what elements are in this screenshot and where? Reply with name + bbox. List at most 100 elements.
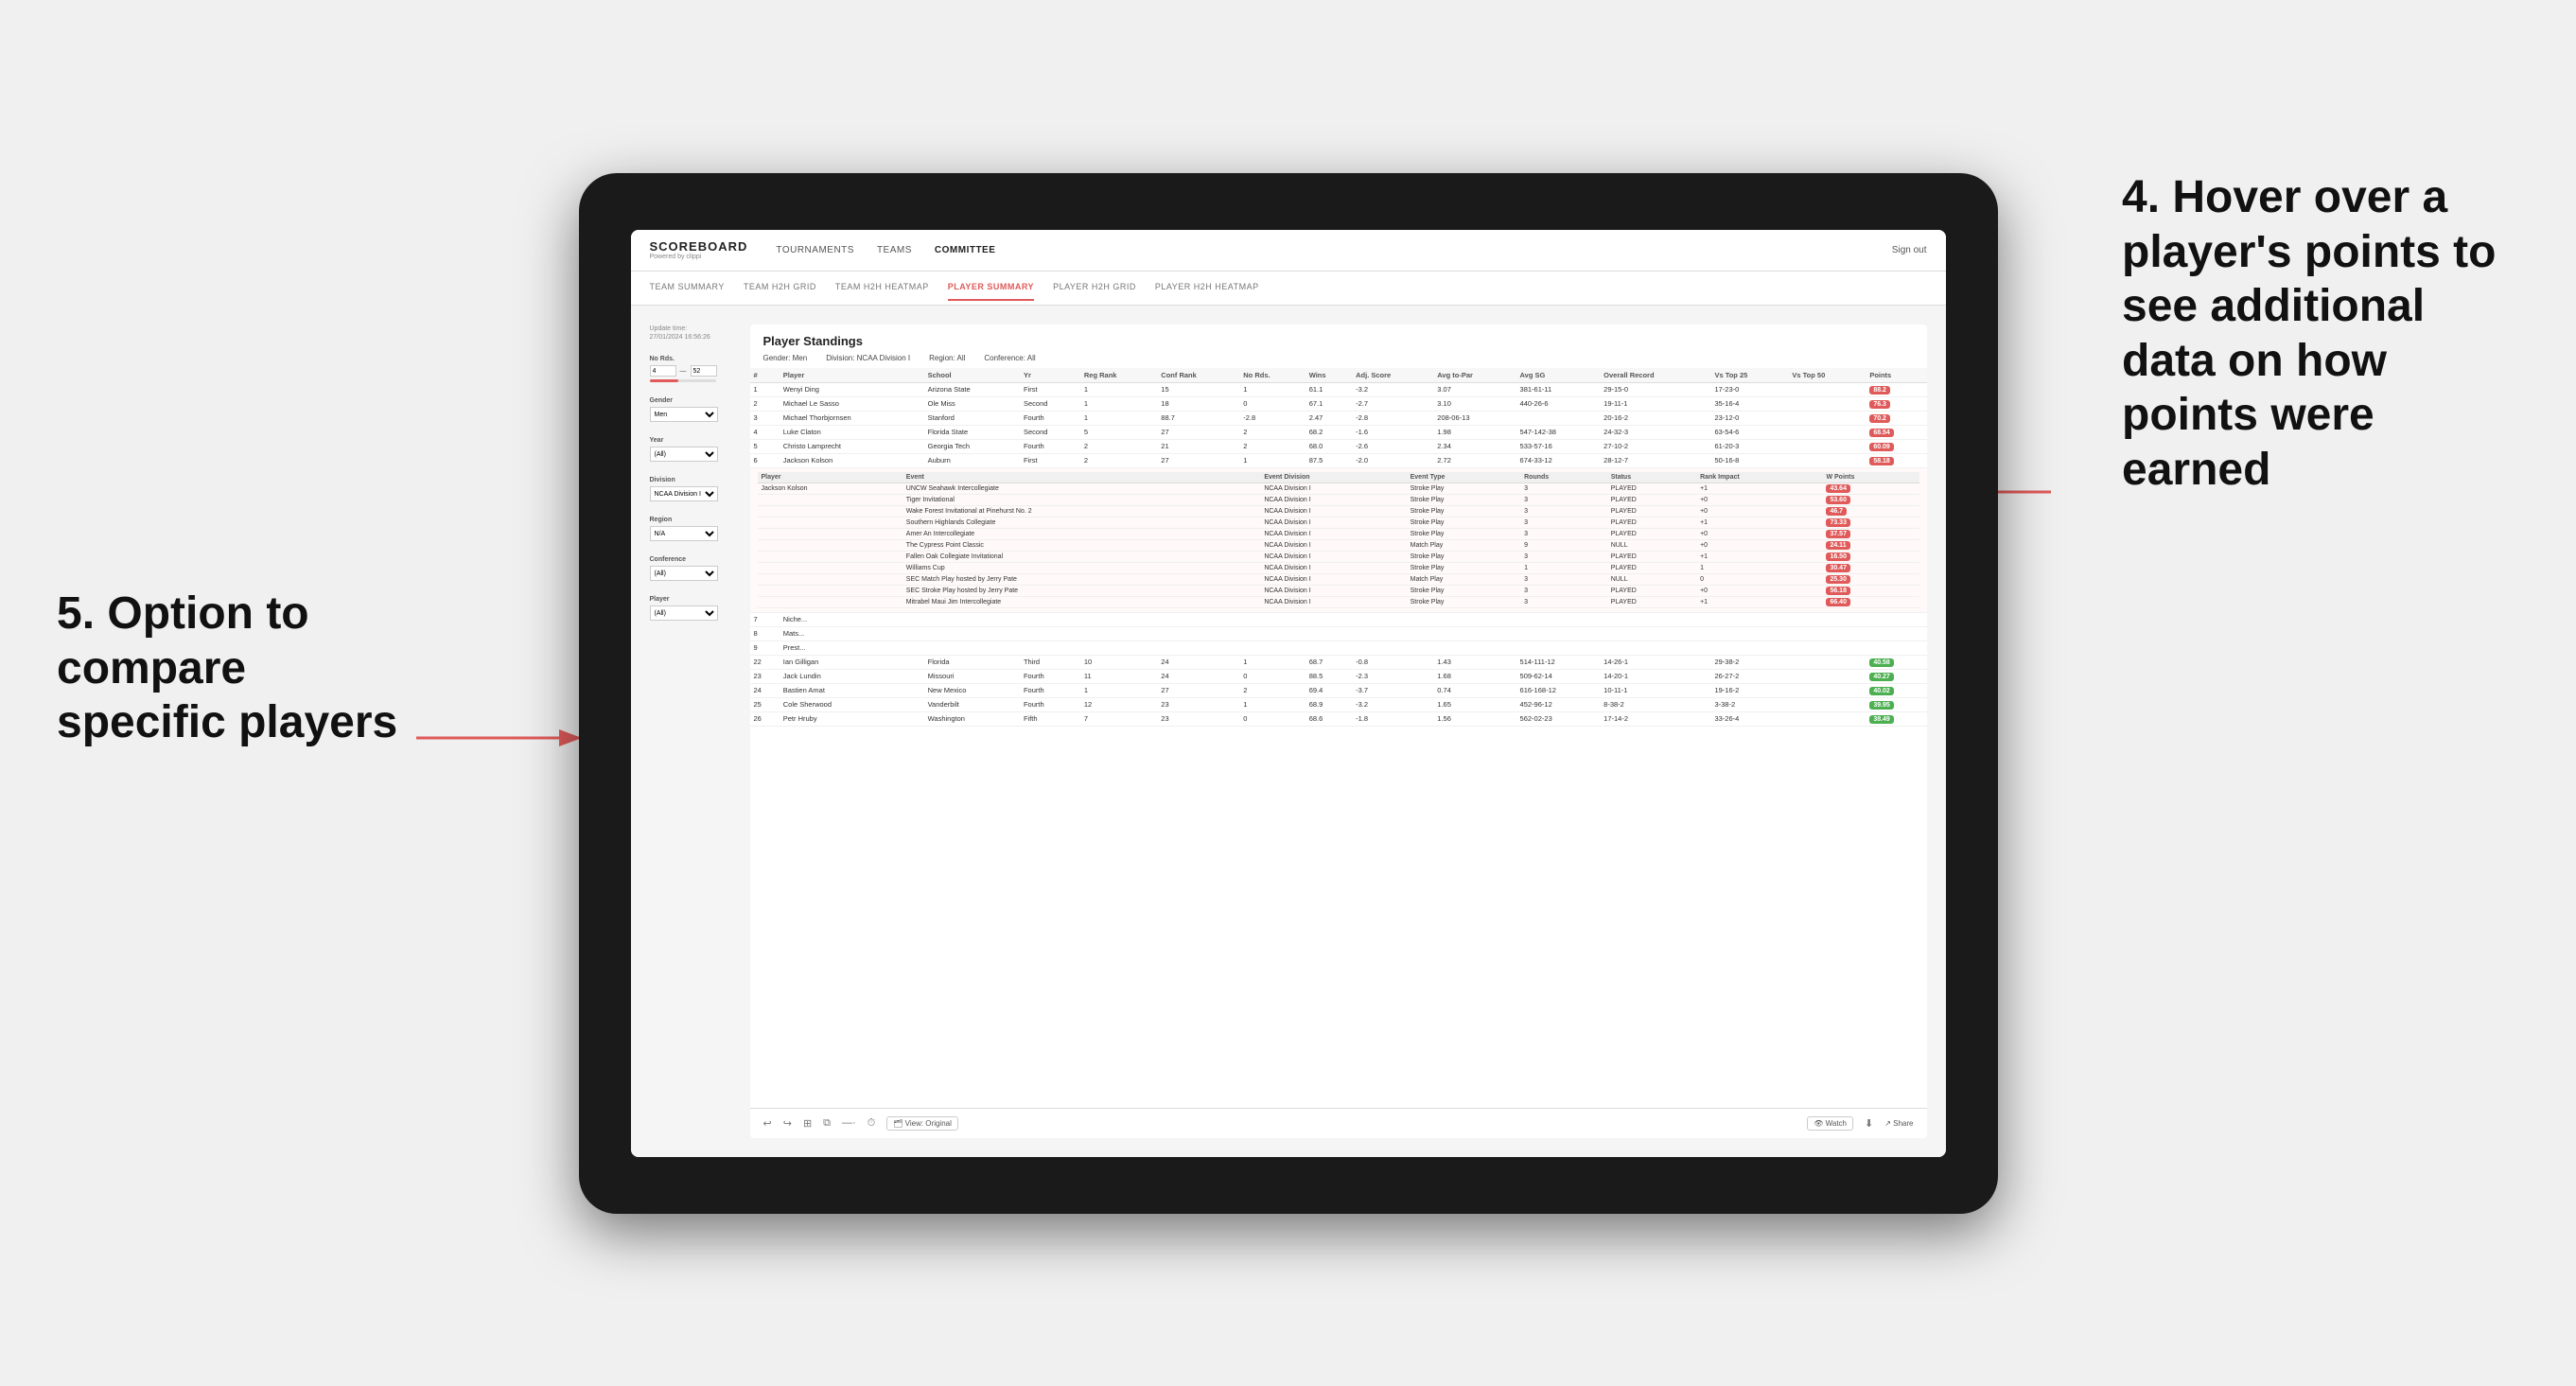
division-select[interactable]: NCAA Division I ▼ bbox=[650, 486, 718, 501]
gender-label: Gender bbox=[650, 397, 735, 404]
no-rds-label: No Rds. bbox=[650, 356, 735, 362]
watch-button[interactable]: 👁 Watch bbox=[1807, 1116, 1853, 1131]
no-rds-slider[interactable] bbox=[650, 379, 716, 382]
region-select[interactable]: N/A All bbox=[650, 526, 718, 541]
col-avg-to-par: Avg to-Par bbox=[1433, 368, 1516, 383]
table-row-jackson: 6 Jackson Kolson Auburn First 2 27 1 87.… bbox=[750, 453, 1927, 467]
division-label: Division bbox=[650, 477, 735, 483]
expanded-row-item: Mitrabel Maui Jim Intercollegiate NCAA D… bbox=[758, 596, 1919, 607]
col-points: Points bbox=[1866, 368, 1926, 383]
nav-right: Sign out bbox=[1892, 245, 1927, 255]
grid-icon[interactable]: ⊞ bbox=[803, 1117, 812, 1130]
logo-text: SCOREBOARD bbox=[650, 239, 748, 254]
expanded-row-item: Wake Forest Invitational at Pinehurst No… bbox=[758, 505, 1919, 517]
col-overall: Overall Record bbox=[1600, 368, 1710, 383]
arrow-5-icon bbox=[407, 710, 596, 766]
table-row: 5 Christo Lamprecht Georgia Tech Fourth … bbox=[750, 439, 1927, 453]
conference-filter-display: Conference: All bbox=[984, 354, 1035, 362]
sign-out-link[interactable]: Sign out bbox=[1892, 245, 1927, 255]
sub-nav-team-summary[interactable]: TEAM SUMMARY bbox=[650, 274, 725, 301]
expanded-row-item: Williams Cup NCAA Division I Stroke Play… bbox=[758, 562, 1919, 573]
copy-icon[interactable]: ⧉ bbox=[823, 1117, 831, 1130]
undo-icon[interactable]: ↩ bbox=[763, 1117, 772, 1130]
col-wins: Wins bbox=[1306, 368, 1352, 383]
region-filter-display: Region: All bbox=[929, 354, 965, 362]
division-filter-display: Division: NCAA Division I bbox=[826, 354, 910, 362]
logo-sub: Powered by clippi bbox=[650, 254, 748, 260]
sidebar: Update time: 27/01/2024 16:56:26 No Rds.… bbox=[650, 325, 735, 1138]
expanded-row-item: SEC Match Play hosted by Jerry Pate NCAA… bbox=[758, 573, 1919, 585]
no-rds-inputs: — bbox=[650, 365, 735, 377]
expanded-header-row: Player Event Event Division Event Type R… bbox=[750, 467, 1927, 612]
gender-filter-display: Gender: Men bbox=[763, 354, 808, 362]
nav-tournaments[interactable]: TOURNAMENTS bbox=[776, 241, 854, 259]
player-label: Player bbox=[650, 596, 735, 603]
table-row: 4 Luke Claton Florida State Second 5 27 … bbox=[750, 425, 1927, 439]
redo-icon[interactable]: ↪ bbox=[783, 1117, 792, 1130]
expanded-events-table: Player Event Event Division Event Type R… bbox=[758, 472, 1919, 608]
table-header-row: # Player School Yr Reg Rank Conf Rank No… bbox=[750, 368, 1927, 383]
sub-nav-player-summary[interactable]: PLAYER SUMMARY bbox=[948, 274, 1034, 301]
table-filter-row: Gender: Men Division: NCAA Division I Re… bbox=[750, 354, 1927, 368]
annotation-5: 5. Option to compare specific players bbox=[57, 587, 416, 750]
expanded-row-item: Fallen Oak Collegiate Invitational NCAA … bbox=[758, 551, 1919, 562]
expanded-row-item: SEC Stroke Play hosted by Jerry Pate NCA… bbox=[758, 585, 1919, 596]
bottom-bar: ↩ ↪ ⊞ ⧉ —· ⏱ 🗂 View: Original 👁 Watch ⬇ … bbox=[750, 1108, 1927, 1138]
col-adj-score: Adj. Score bbox=[1352, 368, 1433, 383]
table-row: 23 Jack Lundin Missouri Fourth 11 24 0 8… bbox=[750, 669, 1927, 683]
download-icon[interactable]: ⬇ bbox=[1865, 1117, 1873, 1130]
conference-label: Conference bbox=[650, 556, 735, 563]
sub-nav-player-h2h-grid[interactable]: PLAYER H2H GRID bbox=[1053, 274, 1136, 301]
division-filter: Division NCAA Division I ▼ bbox=[650, 477, 735, 501]
table-row: 9 Prest... bbox=[750, 640, 1927, 655]
logo-area: SCOREBOARD Powered by clippi bbox=[650, 239, 748, 260]
sub-nav: TEAM SUMMARY TEAM H2H GRID TEAM H2H HEAT… bbox=[631, 272, 1946, 306]
table-row: 7 Niche... bbox=[750, 612, 1927, 626]
player-table: # Player School Yr Reg Rank Conf Rank No… bbox=[750, 368, 1927, 1108]
table-row: 3 Michael Thorbjornsen Stanford Fourth 1… bbox=[750, 411, 1927, 425]
table-row: 1 Wenyi Ding Arizona State First 1 15 1 … bbox=[750, 382, 1927, 396]
year-label: Year bbox=[650, 437, 735, 444]
col-school: School bbox=[924, 368, 1020, 383]
gender-select[interactable]: Men Women All bbox=[650, 407, 718, 422]
table-row: 25 Cole Sherwood Vanderbilt Fourth 12 23… bbox=[750, 697, 1927, 711]
region-filter: Region N/A All bbox=[650, 517, 735, 541]
dash-icon[interactable]: —· bbox=[842, 1117, 856, 1129]
expanded-row-item: Tiger Invitational NCAA Division I Strok… bbox=[758, 494, 1919, 505]
sub-nav-player-h2h-heatmap[interactable]: PLAYER H2H HEATMAP bbox=[1155, 274, 1259, 301]
nav-committee[interactable]: COMMITTEE bbox=[935, 241, 996, 259]
view-button[interactable]: 🗂 View: Original bbox=[886, 1116, 958, 1131]
nav-teams[interactable]: TEAMS bbox=[877, 241, 912, 259]
expanded-row-item: The Cypress Point Classic NCAA Division … bbox=[758, 539, 1919, 551]
player-filter: Player (All) bbox=[650, 596, 735, 621]
clock-icon[interactable]: ⏱ bbox=[867, 1117, 876, 1130]
share-button[interactable]: ↗ Share bbox=[1884, 1119, 1913, 1128]
no-rds-min-input[interactable] bbox=[650, 365, 676, 377]
nav-bar: SCOREBOARD Powered by clippi TOURNAMENTS… bbox=[631, 230, 1946, 272]
col-vs-top50: Vs Top 50 bbox=[1788, 368, 1866, 383]
col-player: Player bbox=[780, 368, 924, 383]
gender-filter: Gender Men Women All bbox=[650, 397, 735, 422]
player-select[interactable]: (All) bbox=[650, 605, 718, 621]
table-row: 8 Mats... bbox=[750, 626, 1927, 640]
table-row: 24 Bastien Amat New Mexico Fourth 1 27 2… bbox=[750, 683, 1927, 697]
col-reg-rank: Reg Rank bbox=[1080, 368, 1157, 383]
col-no-rds: No Rds. bbox=[1239, 368, 1305, 383]
update-time: Update time: 27/01/2024 16:56:26 bbox=[650, 325, 735, 343]
col-vs-top25: Vs Top 25 bbox=[1710, 368, 1788, 383]
table-row: 26 Petr Hruby Washington Fifth 7 23 0 68… bbox=[750, 711, 1927, 726]
year-select[interactable]: (All) First Second Third Fourth Fifth bbox=[650, 447, 718, 462]
col-conf-rank: Conf Rank bbox=[1157, 368, 1239, 383]
sub-nav-team-h2h-heatmap[interactable]: TEAM H2H HEATMAP bbox=[835, 274, 929, 301]
no-rds-max-input[interactable] bbox=[691, 365, 717, 377]
no-rds-section: No Rds. — bbox=[650, 356, 735, 382]
nav-links: TOURNAMENTS TEAMS COMMITTEE bbox=[776, 241, 1891, 259]
table-title: Player Standings bbox=[750, 325, 1927, 354]
expanded-row-item: Amer An Intercollegiate NCAA Division I … bbox=[758, 528, 1919, 539]
table-row: 22 Ian Gilligan Florida Third 10 24 1 68… bbox=[750, 655, 1927, 669]
tablet-device: SCOREBOARD Powered by clippi TOURNAMENTS… bbox=[579, 173, 1998, 1214]
sub-nav-team-h2h-grid[interactable]: TEAM H2H GRID bbox=[744, 274, 816, 301]
col-avg-sg: Avg SG bbox=[1516, 368, 1601, 383]
conference-select[interactable]: (All) bbox=[650, 566, 718, 581]
year-filter: Year (All) First Second Third Fourth Fif… bbox=[650, 437, 735, 462]
